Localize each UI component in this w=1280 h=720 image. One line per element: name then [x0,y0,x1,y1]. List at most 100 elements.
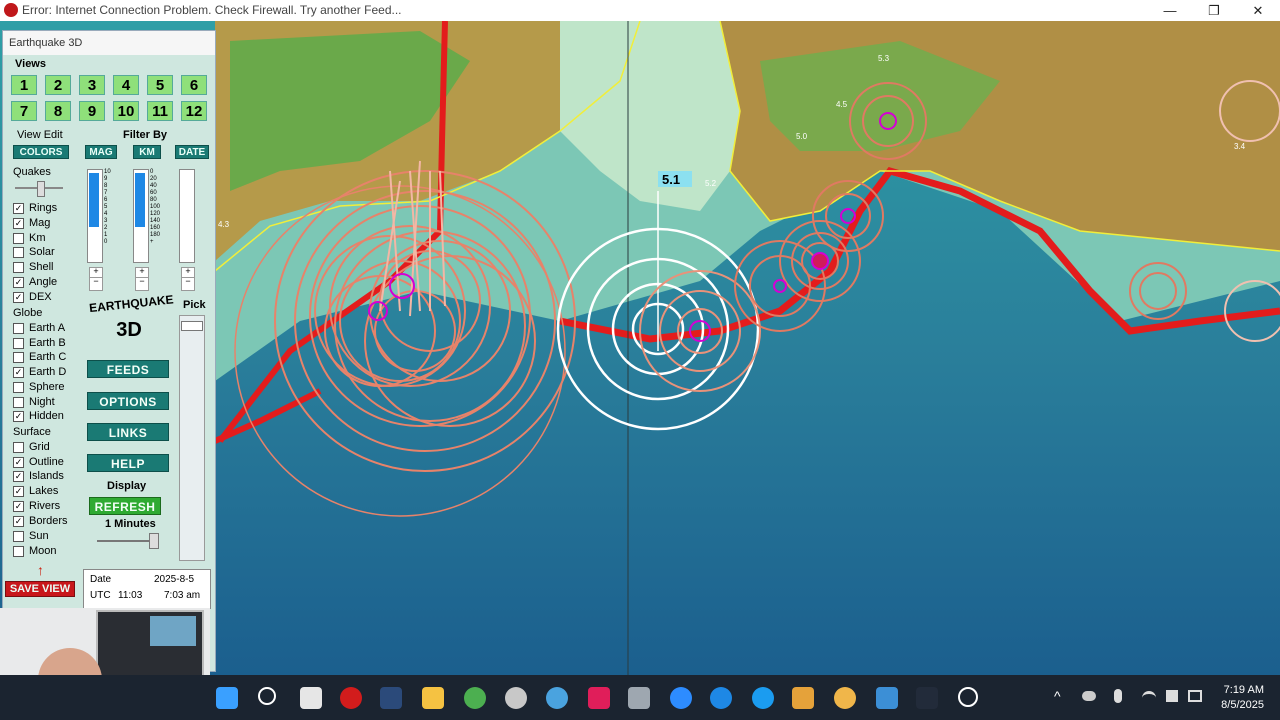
km-checkbox[interactable]: Km [13,231,46,245]
earth-d-checkbox[interactable]: ✓ Earth D [13,365,66,379]
maximize-button[interactable]: ❐ [1192,0,1236,21]
borders-checkbox[interactable]: ✓ Borders [13,514,68,528]
photos-icon[interactable] [876,687,898,709]
grid-checkbox[interactable]: Grid [13,440,50,454]
pick-slider[interactable] [179,315,205,561]
refresh-button[interactable]: REFRESH [89,497,161,515]
calculator-icon[interactable] [628,687,650,709]
islands-checkbox[interactable]: ✓ Islands [13,469,64,483]
view-8-button[interactable]: 8 [45,101,71,121]
zoom-icon[interactable] [670,687,692,709]
earth-b-checkbox[interactable]: Earth B [13,336,66,350]
outline-checkbox[interactable]: ✓ Outline [13,455,64,469]
filter-km-button[interactable]: KM [133,145,161,159]
links-button[interactable]: LINKS [87,423,169,441]
date-filter-track[interactable] [179,169,195,263]
quakes-slider-thumb[interactable] [37,181,45,197]
file-explorer-icon[interactable] [422,687,444,709]
logo-3d: 3D [116,319,142,341]
close-button[interactable]: ✕ [1236,0,1280,21]
weather-icon[interactable] [834,687,856,709]
earth-c-checkbox[interactable]: Earth C [13,350,66,364]
notification-icon[interactable] [1188,690,1202,702]
angle-checkbox[interactable]: ✓ Angle [13,275,57,289]
colors-button[interactable]: COLORS [13,145,69,159]
sphere-checkbox[interactable]: Sphere [13,380,64,394]
checkbox-box: ✓ [13,217,24,229]
mag-checkbox[interactable]: ✓ Mag [13,216,50,230]
clock-time: 7:19 AM [1223,684,1264,696]
mag-minus-button[interactable]: − [89,277,103,291]
view-4-button[interactable]: 4 [113,75,139,95]
map-label: 5.3 [878,54,890,63]
help-button[interactable]: HELP [87,454,169,472]
shell-checkbox[interactable]: Shell [13,260,53,274]
save-view-button[interactable]: SAVE VIEW [5,581,75,597]
moon-checkbox[interactable]: Moon [13,544,57,558]
view-11-button[interactable]: 11 [147,101,173,121]
slack-icon[interactable] [588,687,610,709]
checkbox-label: Moon [29,545,57,557]
clock[interactable]: 7:19 AM 8/5/2025 [1221,683,1264,713]
feeds-button[interactable]: FEEDS [87,360,169,378]
app-icon [4,3,18,17]
microphone-icon[interactable] [1114,689,1122,703]
checkbox-box [13,381,24,393]
filter-mag-button[interactable]: MAG [85,145,117,159]
refresh-slider-track[interactable] [97,540,155,542]
earthquake-app-icon[interactable] [958,687,978,707]
date-minus-button[interactable]: − [181,277,195,291]
search-icon[interactable] [258,687,276,705]
c-app-icon[interactable] [752,687,774,709]
checkbox-box: ✓ [13,410,24,422]
tray-overflow-icon[interactable]: ^ [1054,688,1061,704]
pick-slider-thumb[interactable] [181,321,203,331]
km-minus-button[interactable]: − [135,277,149,291]
rivers-checkbox[interactable]: ✓ Rivers [13,499,60,513]
command-icon[interactable] [916,687,938,709]
checkbox-label: Earth B [29,337,66,349]
options-button[interactable]: OPTIONS [87,392,169,410]
view-10-button[interactable]: 10 [113,101,139,121]
globe-app-icon[interactable] [546,687,568,709]
view-1-button[interactable]: 1 [11,75,37,95]
mag-filter-ticks: 10 9 8 7 6 5 4 3 2 1 0 [104,169,111,245]
wifi-icon[interactable] [1142,691,1156,704]
save-view-arrow-icon: ↑ [37,562,44,578]
mail-app-icon[interactable] [710,687,732,709]
checkbox-box [13,441,24,453]
checkbox-label: Lakes [29,485,59,497]
checkbox-label: Rivers [29,500,61,512]
hidden-checkbox[interactable]: ✓ Hidden [13,409,64,423]
view-12-button[interactable]: 12 [181,101,207,121]
media-player-icon[interactable] [792,687,814,709]
volume-icon[interactable] [1166,690,1178,702]
minimize-button[interactable]: — [1148,0,1192,21]
view-9-button[interactable]: 9 [79,101,105,121]
filter-date-button[interactable]: DATE [175,145,209,159]
windows-start-icon[interactable] [216,687,238,709]
view-6-button[interactable]: 6 [181,75,207,95]
terminal-icon[interactable] [380,687,402,709]
network-status-icon[interactable] [1082,691,1096,701]
solar-checkbox[interactable]: Solar [13,245,55,259]
night-checkbox[interactable]: Night [13,395,55,409]
rings-checkbox[interactable]: ✓ Rings [13,201,57,215]
checkbox-label: Mag [29,217,51,229]
chrome-icon[interactable] [464,687,486,709]
task-view-icon[interactable] [300,687,322,709]
view-7-button[interactable]: 7 [11,101,37,121]
refresh-slider-thumb[interactable] [149,533,159,549]
view-3-button[interactable]: 3 [79,75,105,95]
earth-a-checkbox[interactable]: Earth A [13,321,65,335]
dex-checkbox[interactable]: ✓ DEX [13,290,52,304]
lakes-checkbox[interactable]: ✓ Lakes [13,484,58,498]
target-app-icon[interactable] [340,687,362,709]
view-2-button[interactable]: 2 [45,75,71,95]
view-5-button[interactable]: 5 [147,75,173,95]
sun-checkbox[interactable]: Sun [13,529,49,543]
taskbar: ^ 7:19 AM 8/5/2025 [0,675,1280,720]
browser-icon[interactable] [505,687,527,709]
panel-title: Earthquake 3D [3,31,215,55]
checkbox-box: ✓ [13,470,24,482]
